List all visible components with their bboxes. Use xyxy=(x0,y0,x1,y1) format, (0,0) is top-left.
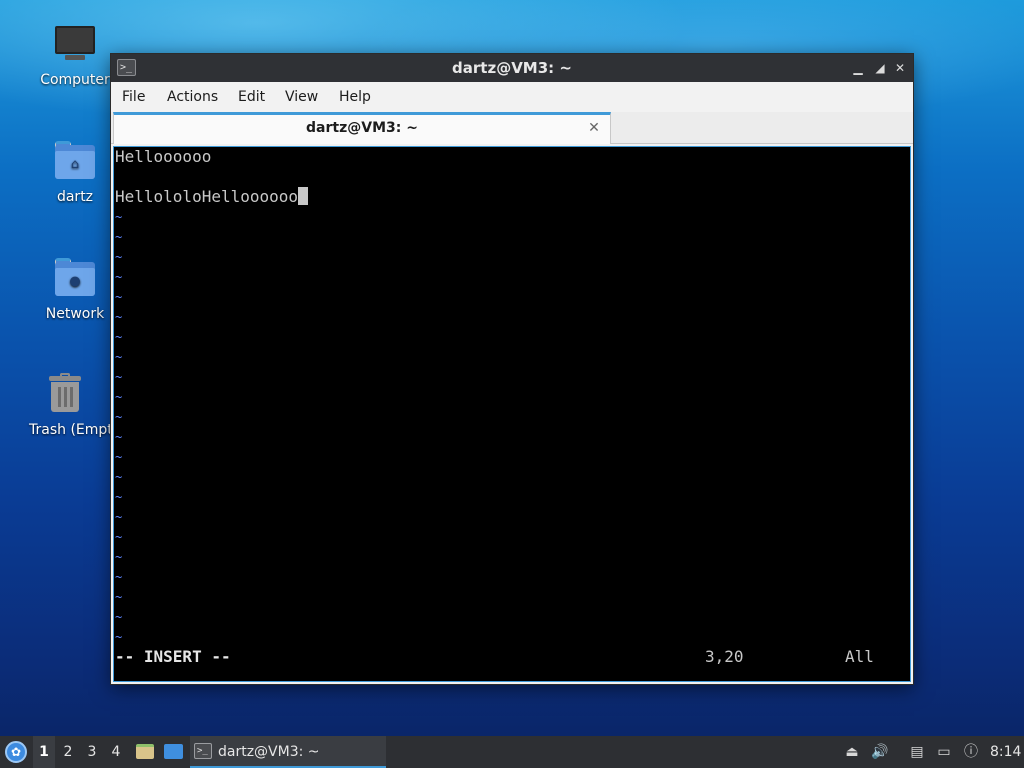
empty-line-marker: ~ xyxy=(115,350,123,364)
empty-line-marker: ~ xyxy=(115,290,123,304)
menu-help[interactable]: Help xyxy=(339,82,371,112)
empty-line-marker: ~ xyxy=(115,210,123,224)
show-desktop-button[interactable] xyxy=(162,736,184,768)
menu-view[interactable]: View xyxy=(285,82,318,112)
tab-close-icon[interactable]: ✕ xyxy=(586,119,602,137)
terminal-line-text: HellololoHelloooooo xyxy=(115,187,299,206)
clock[interactable]: 8:14 xyxy=(990,736,1021,768)
file-manager-launcher[interactable] xyxy=(134,736,156,768)
network-status-icon[interactable]: ▭ xyxy=(933,736,955,768)
empty-line-marker: ~ xyxy=(115,510,123,524)
menu-bar: File Actions Edit View Help xyxy=(111,82,913,112)
menu-file[interactable]: File xyxy=(122,82,145,112)
computer-icon xyxy=(53,22,97,66)
app-menu-button[interactable]: ✿ xyxy=(5,741,27,763)
terminal-output[interactable]: Helloooooo HellololoHelloooooo ~ ~ ~ ~ ~ ~ ~ ~ ~… xyxy=(113,146,911,682)
maximize-button[interactable]: ◢ xyxy=(871,59,889,77)
file-manager-icon xyxy=(136,744,154,759)
desktop-icon-trash[interactable]: Trash (Empt xyxy=(20,372,110,438)
workspace-4[interactable]: 4 xyxy=(105,736,127,768)
empty-line-marker: ~ xyxy=(115,270,123,284)
empty-line-marker: ~ xyxy=(115,250,123,264)
scroll-indicator: All xyxy=(845,647,874,666)
tab-label: dartz@VM3: ~ xyxy=(306,120,418,136)
trash-icon xyxy=(43,372,87,416)
workspace-3[interactable]: 3 xyxy=(81,736,103,768)
tab-terminal[interactable]: dartz@VM3: ~ ✕ xyxy=(113,112,611,144)
terminal-task-icon: >_ xyxy=(194,743,212,759)
empty-line-marker: ~ xyxy=(115,590,123,604)
empty-line-marker: ~ xyxy=(115,430,123,444)
clipboard-icon[interactable]: ▤ xyxy=(906,736,928,768)
terminal-line: HellololoHelloooooo xyxy=(115,187,309,207)
notification-icon[interactable]: ⓘ xyxy=(960,736,982,768)
cursor-position: 3,20 xyxy=(705,647,744,666)
workspace-2[interactable]: 2 xyxy=(57,736,79,768)
empty-line-marker: ~ xyxy=(115,610,123,624)
empty-line-marker: ~ xyxy=(115,390,123,404)
empty-line-marker: ~ xyxy=(115,370,123,384)
window-titlebar[interactable]: >_ dartz@VM3: ~ ▁ ◢ ✕ xyxy=(111,54,913,82)
taskbar-terminal-task[interactable]: >_ dartz@VM3: ~ xyxy=(190,736,386,768)
eject-icon[interactable]: ⏏ xyxy=(841,736,863,768)
terminal-window: >_ dartz@VM3: ~ ▁ ◢ ✕ File Actions Edit … xyxy=(110,53,914,685)
empty-line-marker: ~ xyxy=(115,530,123,544)
empty-line-marker: ~ xyxy=(115,470,123,484)
home-folder-icon: ⌂ xyxy=(53,139,97,183)
empty-line-marker: ~ xyxy=(115,310,123,324)
task-label: dartz@VM3: ~ xyxy=(218,744,320,760)
empty-line-marker: ~ xyxy=(115,630,123,644)
minimize-button[interactable]: ▁ xyxy=(849,59,867,77)
empty-line-marker: ~ xyxy=(115,330,123,344)
menu-edit[interactable]: Edit xyxy=(238,82,265,112)
vim-mode-indicator: -- INSERT -- xyxy=(115,647,231,666)
window-title: dartz@VM3: ~ xyxy=(452,59,572,77)
volume-icon[interactable]: 🔊 xyxy=(869,736,891,768)
close-button[interactable]: ✕ xyxy=(891,59,909,77)
text-cursor xyxy=(298,187,309,205)
desktop-icon-label: Trash (Empt xyxy=(29,422,110,438)
tab-bar: dartz@VM3: ~ ✕ xyxy=(111,112,913,144)
taskbar: ✿ 1 2 3 4 >_ dartz@VM3: ~ ⏏ 🔊 ▤ ▭ ⓘ 8:14 xyxy=(0,736,1024,768)
workspace-1[interactable]: 1 xyxy=(33,736,55,768)
terminal-line: Helloooooo xyxy=(115,147,212,166)
empty-line-marker: ~ xyxy=(115,550,123,564)
empty-line-marker: ~ xyxy=(115,450,123,464)
empty-line-marker: ~ xyxy=(115,410,123,424)
desktop-icon xyxy=(164,744,183,759)
empty-line-marker: ~ xyxy=(115,570,123,584)
empty-line-marker: ~ xyxy=(115,490,123,504)
menu-actions[interactable]: Actions xyxy=(167,82,218,112)
empty-line-marker: ~ xyxy=(115,230,123,244)
network-folder-icon: ● xyxy=(53,256,97,300)
